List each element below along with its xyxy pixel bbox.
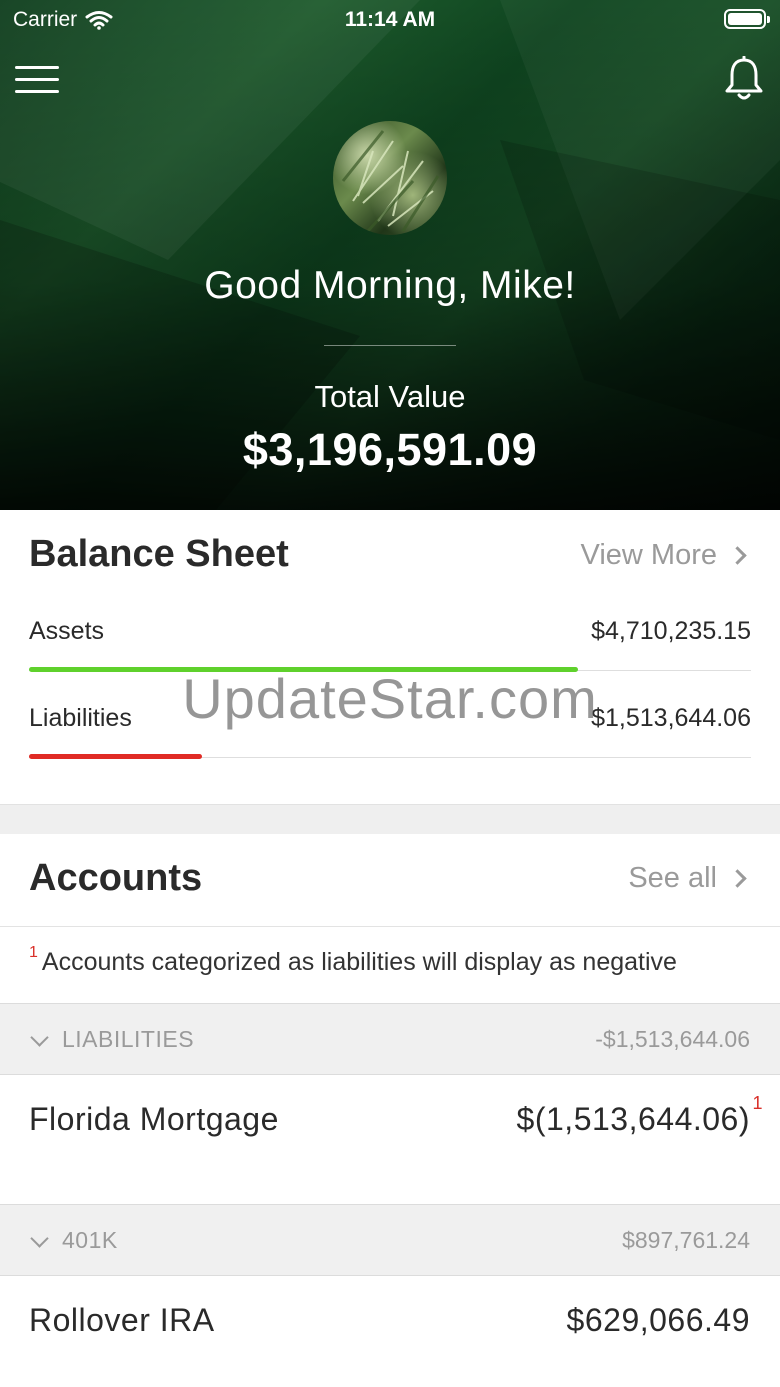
account-row-rollover-ira[interactable]: Rollover IRA $629,066.49 [0, 1276, 780, 1387]
assets-bar [29, 667, 578, 672]
account-name: Rollover IRA [29, 1302, 215, 1338]
bell-icon[interactable] [724, 56, 764, 102]
group-total: $897,761.24 [622, 1227, 750, 1253]
balance-sheet-title: Balance Sheet [29, 533, 289, 575]
balance-sheet-card: Balance Sheet View More Assets $4,710,23… [0, 510, 780, 804]
group-name: 401K [62, 1227, 118, 1253]
account-value: $(1,513,644.06) 1 [516, 1093, 763, 1137]
see-all-label: See all [628, 862, 717, 894]
avatar[interactable] [333, 121, 447, 235]
account-value: $629,066.49 [566, 1302, 750, 1338]
group-name: LIABILITIES [62, 1026, 195, 1052]
battery-icon [724, 9, 770, 29]
header-hero: Carrier 11:14 AM Good Morning, Mike! Tot… [0, 0, 780, 510]
footnote-marker: 1 [29, 944, 38, 961]
chevron-down-icon [30, 1028, 49, 1047]
see-all-link[interactable]: See all [628, 862, 750, 895]
status-bar: Carrier 11:14 AM [0, 0, 780, 40]
total-value-label: Total Value [314, 379, 466, 414]
accounts-title: Accounts [29, 857, 203, 899]
assets-label: Assets [29, 617, 105, 645]
chevron-down-icon [30, 1229, 49, 1248]
clock: 11:14 AM [344, 8, 436, 31]
section-separator [0, 804, 780, 834]
divider [324, 345, 456, 346]
group-header-liabilities[interactable]: LIABILITIES -$1,513,644.06 [0, 1003, 780, 1075]
chevron-right-icon [728, 546, 747, 565]
footnote-marker: 1 [752, 1093, 763, 1113]
group-header-401k[interactable]: 401K $897,761.24 [0, 1204, 780, 1276]
total-value-amount: $3,196,591.09 [242, 424, 538, 475]
group-total: -$1,513,644.06 [595, 1026, 750, 1052]
view-more-label: View More [580, 539, 717, 571]
assets-value: $4,710,235.15 [591, 617, 751, 645]
chevron-right-icon [728, 869, 747, 888]
greeting: Good Morning, Mike! [204, 264, 576, 307]
account-name: Florida Mortgage [29, 1101, 279, 1137]
note-text: Accounts categorized as liabilities will… [41, 948, 677, 976]
view-more-link[interactable]: View More [581, 539, 750, 572]
liabilities-value: $1,513,644.06 [591, 704, 751, 732]
divider [0, 926, 780, 927]
liabilities-label: Liabilities [29, 704, 132, 732]
account-row-florida-mortgage[interactable]: Florida Mortgage $(1,513,644.06) 1 [0, 1075, 780, 1203]
accounts-card: Accounts See all 1 Accounts categorized a… [0, 834, 780, 1387]
liabilities-note: 1 Accounts categorized as liabilities wil… [29, 944, 677, 977]
liabilities-bar [29, 754, 202, 759]
menu-icon[interactable] [15, 66, 59, 96]
